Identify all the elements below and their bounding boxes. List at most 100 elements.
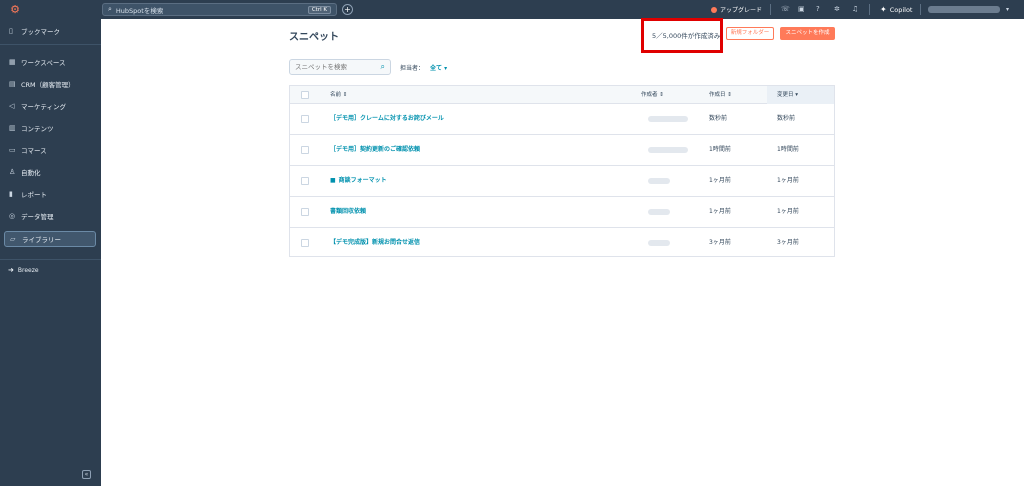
topbar-divider [869, 4, 870, 15]
row-checkbox[interactable] [301, 146, 309, 154]
snippet-search-input[interactable] [295, 63, 381, 71]
highlight-annotation-box [641, 18, 723, 53]
collapse-sidebar-button[interactable]: « [82, 470, 91, 479]
content-icon: ▥ [9, 124, 16, 132]
copilot-button[interactable]: ✦ Copilot [880, 0, 912, 19]
table-row[interactable]: ［デモ用］契約更新のご確認依頼 1時間前 1時間前 [290, 135, 834, 166]
row-checkbox[interactable] [301, 115, 309, 123]
updated-date: 3ヶ月前 [777, 239, 799, 246]
create-snippet-button[interactable]: スニペットを作成 [780, 27, 835, 40]
sidebar-divider [0, 44, 101, 45]
sidebar-item-label: ワークスペース [21, 59, 66, 67]
table-row[interactable]: 書類回収依頼 1ヶ月前 1ヶ月前 [290, 197, 834, 228]
sidebar-item-workspace[interactable]: ▦ ワークスペース [4, 54, 96, 70]
upgrade-icon [711, 6, 717, 13]
sidebar-item-marketing[interactable]: ◁ マーケティング [4, 98, 96, 114]
sidebar-item-label: 自動化 [21, 169, 41, 177]
created-date: 1ヶ月前 [709, 177, 731, 184]
breeze-label: Breeze [17, 266, 39, 274]
search-icon[interactable]: ⌕ [381, 62, 385, 72]
table-row[interactable]: 【デモ完成版】新規お問合せ返信 3ヶ月前 3ヶ月前 [290, 228, 834, 259]
marketplace-icon[interactable]: ▣ [798, 0, 805, 19]
folder-icon: ▱ [10, 235, 16, 243]
phone-icon[interactable]: ☏ [781, 0, 790, 19]
sidebar-item-crm[interactable]: ▤ CRM（顧客管理） [4, 76, 96, 92]
sidebar-divider [0, 259, 101, 260]
row-checkbox[interactable] [301, 239, 309, 247]
account-menu[interactable] [928, 6, 1000, 13]
snippet-search-box: ⌕ [289, 59, 391, 75]
sidebar: ▯ ブックマーク ▦ ワークスペース ▤ CRM（顧客管理） ◁ マーケティング… [0, 19, 101, 486]
updated-date: 1時間前 [777, 146, 799, 153]
column-header-creator[interactable]: 作成者 ⇕ [641, 86, 664, 104]
creator-redacted [648, 116, 688, 122]
page-title: スニペット [289, 32, 339, 43]
grid-icon: ▦ [9, 58, 16, 66]
row-checkbox[interactable] [301, 208, 309, 216]
table-row[interactable]: ［デモ用］クレームに対するお詫びメール 数秒前 数秒前 [290, 104, 834, 135]
owner-filter: 担当者： 全て ▾ [400, 63, 447, 72]
sidebar-item-label: データ管理 [21, 213, 54, 221]
snippet-name-link[interactable]: ［デモ用］契約更新のご確認依頼 [330, 135, 420, 165]
global-search-bar[interactable]: ⌕ HubSpotを検索 Ctrl K [102, 3, 337, 16]
commerce-icon: ▭ [9, 146, 16, 154]
crm-icon: ▤ [9, 80, 16, 88]
snippet-name-link[interactable]: ■ 商談フォーマット [330, 166, 387, 196]
creator-redacted [648, 178, 670, 184]
top-navigation-bar: ⚙ ⌕ HubSpotを検索 Ctrl K + アップグレード ☏ ▣ ? ✲ … [0, 0, 1024, 19]
help-icon[interactable]: ? [816, 0, 820, 19]
chevron-down-icon[interactable]: ▾ [1006, 0, 1009, 19]
notifications-bell-icon[interactable]: ♫ [852, 0, 858, 19]
owner-filter-dropdown[interactable]: 全て ▾ [430, 63, 447, 72]
bookmark-icon: ▯ [9, 27, 13, 35]
column-header-updated[interactable]: 変更日 ▾ [777, 86, 798, 104]
updated-date: 1ヶ月前 [777, 177, 799, 184]
updated-date: 1ヶ月前 [777, 208, 799, 215]
column-header-created[interactable]: 作成日 ⇕ [709, 86, 732, 104]
breeze-arrow-icon: ➜ [8, 266, 14, 274]
column-header-name[interactable]: 名前 ⇕ [330, 86, 347, 104]
topbar-divider [920, 4, 921, 15]
sidebar-item-breeze[interactable]: ➜ Breeze [8, 266, 39, 274]
created-date: 1ヶ月前 [709, 208, 731, 215]
table-header: 名前 ⇕ 作成者 ⇕ 作成日 ⇕ 変更日 ▾ [290, 86, 834, 104]
automation-icon: ♙ [9, 168, 16, 176]
creator-redacted [648, 147, 688, 153]
created-date: 数秒前 [709, 115, 728, 122]
sidebar-item-commerce[interactable]: ▭ コマース [4, 142, 96, 158]
table-row[interactable]: ■ 商談フォーマット 1ヶ月前 1ヶ月前 [290, 166, 834, 197]
updated-date: 数秒前 [777, 115, 796, 122]
copilot-label: Copilot [889, 5, 913, 14]
sidebar-item-automation[interactable]: ♙ 自動化 [4, 164, 96, 180]
created-date: 1時間前 [709, 146, 731, 153]
sidebar-item-bookmarks[interactable]: ▯ ブックマーク [4, 23, 96, 39]
search-icon: ⌕ [108, 5, 112, 13]
hubspot-logo-icon[interactable]: ⚙ [0, 0, 30, 19]
owner-filter-label: 担当者： [400, 65, 425, 72]
search-shortcut-badge: Ctrl K [307, 5, 331, 14]
sidebar-item-label: コマース [21, 147, 47, 155]
topbar-divider [770, 4, 771, 15]
megaphone-icon: ◁ [9, 102, 15, 110]
new-folder-button[interactable]: 新規フォルダー [726, 27, 774, 40]
snippet-name-link[interactable]: ［デモ用］クレームに対するお詫びメール [330, 104, 444, 134]
snippets-table: 名前 ⇕ 作成者 ⇕ 作成日 ⇕ 変更日 ▾ ［デモ用］クレームに対するお詫びメ… [289, 85, 835, 257]
folder-icon: ■ [330, 177, 336, 184]
upgrade-label: アップグレード [720, 7, 763, 14]
creator-redacted [648, 209, 670, 215]
select-all-checkbox[interactable] [301, 91, 309, 99]
sparkle-icon: ✦ [880, 5, 887, 14]
snippet-name-link[interactable]: 【デモ完成版】新規お問合せ返信 [330, 228, 420, 258]
settings-gear-icon[interactable]: ✲ [834, 0, 840, 19]
create-plus-button[interactable]: + [342, 4, 353, 15]
upgrade-button[interactable]: アップグレード [711, 0, 762, 19]
sidebar-item-label: ブックマーク [21, 28, 60, 36]
sidebar-item-reports[interactable]: ▮ レポート [4, 186, 96, 202]
row-checkbox[interactable] [301, 177, 309, 185]
sidebar-item-data-management[interactable]: ◎ データ管理 [4, 208, 96, 224]
sidebar-item-content[interactable]: ▥ コンテンツ [4, 120, 96, 136]
sidebar-item-label: レポート [21, 191, 47, 199]
snippet-name-link[interactable]: 書類回収依頼 [330, 197, 366, 227]
sidebar-item-library[interactable]: ▱ ライブラリー [4, 231, 96, 247]
sidebar-item-label: マーケティング [21, 103, 66, 111]
